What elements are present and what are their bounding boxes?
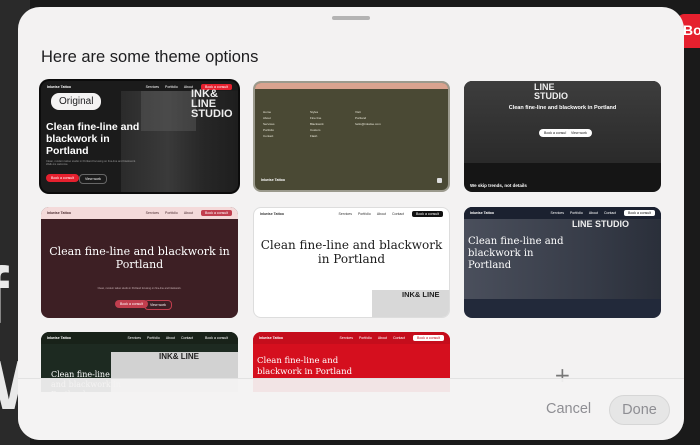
- nav-links: Services Portfolio About Contact: [128, 336, 193, 340]
- mini-nav: Inkwise Tattoo Services Portfolio About …: [41, 332, 238, 344]
- footer-column: Styles Fine line Blackwork Custom Flash: [310, 109, 324, 139]
- nav-link: Contact: [603, 211, 617, 215]
- nav-link: Services: [127, 336, 141, 340]
- studio-sign: INK& LINE: [402, 290, 440, 299]
- sheet-grabber[interactable]: [332, 16, 370, 20]
- secondary-button: View work: [566, 129, 592, 137]
- brand-name: Inkwise Tattoo: [47, 211, 72, 215]
- brand-name: Inkwise Tattoo: [260, 212, 285, 216]
- theme-card-maroon[interactable]: Inkwise Tattoo Services Portfolio About …: [41, 207, 238, 318]
- theme-headline: Clean fine-line and blackwork in Portlan…: [46, 121, 140, 157]
- theme-card-original[interactable]: Inkwise Tattoo Services Portfolio About …: [41, 81, 238, 192]
- nav-link: Portfolio: [569, 211, 583, 215]
- nav-link: Portfolio: [358, 336, 372, 340]
- nav-links: Services Portfolio About: [146, 211, 193, 215]
- footer-link: hello@inkwise.com: [355, 122, 381, 126]
- footer-square-icon: [437, 178, 442, 183]
- primary-button: Book a consult: [46, 174, 79, 182]
- nav-links: Services Portfolio About: [146, 85, 193, 89]
- done-button[interactable]: Done: [609, 395, 670, 425]
- nav-link: Portfolio: [146, 336, 160, 340]
- nav-link: About: [165, 336, 175, 340]
- sheet-footer: Cancel Done: [18, 378, 684, 440]
- nav-link: Services: [145, 211, 160, 215]
- mini-nav: Inkwise Tattoo Services Portfolio About …: [253, 332, 450, 344]
- nav-link: Services: [550, 211, 564, 215]
- studio-sign: LINE STUDIO: [534, 82, 569, 101]
- nav-link: Services: [145, 85, 160, 89]
- brand-name: Inkwise Tattoo: [259, 336, 284, 340]
- nav-link: Contact: [391, 212, 405, 216]
- nav-link: About: [588, 211, 598, 215]
- theme-subtext: Clean, modern tattoo studio in Portland …: [97, 287, 182, 290]
- theme-headline: Clean fine-line and blackwork in Portlan…: [508, 105, 617, 111]
- theme-card-white[interactable]: Inkwise Tattoo Services Portfolio About …: [253, 207, 450, 318]
- top-strip: [255, 83, 448, 89]
- nav-link: Portfolio: [165, 85, 178, 89]
- theme-subtext: Clean, modern tattoo studio in Portland …: [46, 160, 136, 167]
- footer-link: Flash: [310, 134, 318, 138]
- nav-cta: Book a consult: [205, 336, 228, 340]
- secondary-button: View work: [144, 300, 172, 310]
- mini-nav: Inkwise Tattoo Services Portfolio About …: [254, 208, 449, 220]
- nav-link: Contact: [180, 336, 194, 340]
- nav-cta: Book a consult: [201, 210, 232, 216]
- tagline: We skip trends, not details: [470, 183, 527, 188]
- hero-photo-wall: [141, 91, 196, 131]
- hero-photo: INK& LINE: [372, 290, 449, 317]
- cancel-button[interactable]: Cancel: [546, 401, 591, 417]
- brand-name: Inkwise Tattoo: [47, 336, 72, 340]
- theme-card-olive[interactable]: Home About Services Portfolio Contact St…: [253, 81, 450, 192]
- nav-links: Services Portfolio About Contact: [339, 212, 404, 216]
- hero-photo: LINE STUDIO: [464, 81, 661, 163]
- studio-sign: INK& LINE: [159, 352, 199, 361]
- sheet-title: Here are some theme options: [41, 48, 259, 66]
- footer-column: Visit Portland hello@inkwise.com: [355, 109, 381, 127]
- nav-link: Contact: [392, 336, 406, 340]
- theme-headline: Clean fine-line and blackwork in Portlan…: [468, 236, 564, 271]
- nav-links: Services Portfolio About Contact: [551, 211, 616, 215]
- theme-card-dark-photo[interactable]: LINE STUDIO Clean fine-line and blackwor…: [464, 81, 661, 192]
- brand-name: Inkwise Tattoo: [261, 178, 286, 182]
- mini-nav: Inkwise Tattoo Services Portfolio About …: [41, 207, 238, 219]
- footer-link: Contact: [263, 134, 274, 138]
- background-letter: f: [0, 250, 9, 342]
- theme-card-navy[interactable]: LINE STUDIO Inkwise Tattoo Services Port…: [464, 207, 661, 318]
- footer-column: Home About Services Portfolio Contact: [263, 109, 275, 139]
- nav-link: Services: [338, 212, 352, 216]
- nav-cta: Book a consult: [412, 211, 443, 217]
- nav-links: Services Portfolio About Contact: [340, 336, 405, 340]
- original-badge: Original: [51, 93, 102, 110]
- brand-name: Inkwise Tattoo: [47, 85, 72, 89]
- mini-nav: Inkwise Tattoo Services Portfolio About …: [464, 207, 661, 219]
- theme-headline: Clean fine-line and blackwork in Portlan…: [49, 245, 230, 271]
- secondary-button: View work: [79, 174, 107, 184]
- nav-link: Portfolio: [357, 212, 371, 216]
- nav-cta: Book a consult: [413, 335, 444, 341]
- nav-cta: Book a consult: [624, 210, 655, 216]
- theme-headline: Clean fine-line and blackwork in Portlan…: [260, 238, 443, 266]
- nav-link: Portfolio: [165, 211, 178, 215]
- nav-link: About: [183, 211, 194, 215]
- studio-sign: LINE STUDIO: [572, 219, 630, 229]
- nav-link: About: [376, 212, 386, 216]
- studio-sign: INK& LINE STUDIO: [191, 88, 233, 120]
- nav-link: Services: [339, 336, 353, 340]
- nav-link: About: [377, 336, 387, 340]
- theme-options-sheet: Here are some theme options Inkwise Tatt…: [18, 7, 684, 440]
- theme-headline: Clean fine-line and blackwork in Portlan…: [257, 356, 353, 377]
- brand-name: Inkwise Tattoo: [470, 211, 495, 215]
